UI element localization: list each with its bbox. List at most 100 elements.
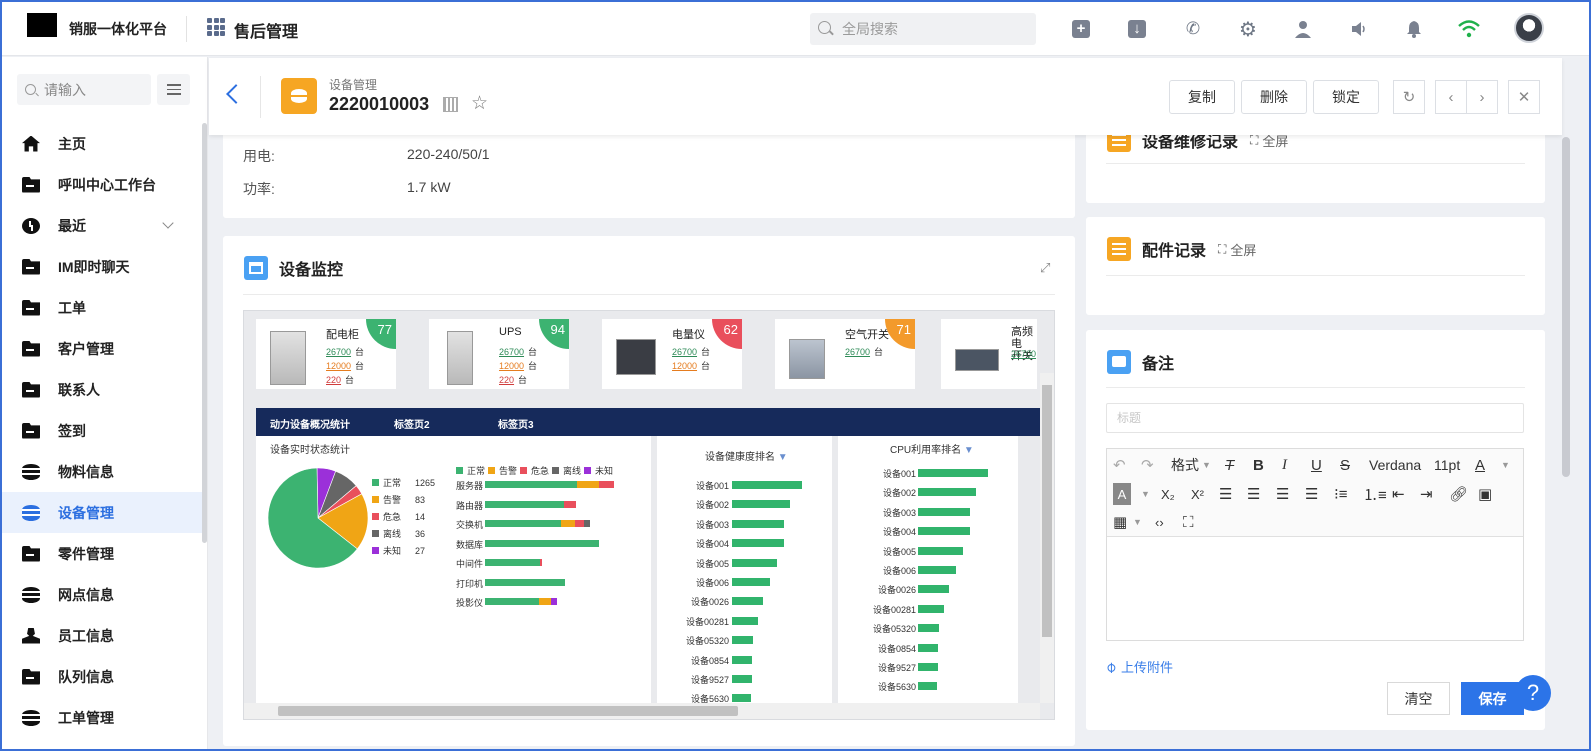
speaker-icon[interactable] (1348, 18, 1370, 40)
note-title-input[interactable] (1106, 403, 1524, 433)
text-color-icon[interactable]: A (1475, 454, 1485, 476)
sidebar-item-recent[interactable]: 最近 (2, 205, 202, 246)
qr-code-icon[interactable] (443, 97, 458, 112)
font-size-dropdown[interactable]: 11pt (1434, 454, 1460, 476)
upload-attachment-link[interactable]: ⌀ 上传附件 (1102, 657, 1173, 676)
prev-icon[interactable]: ‹ (1435, 80, 1467, 114)
chevron-down-icon[interactable]: ▼ (1133, 511, 1142, 533)
back-arrow-icon[interactable] (226, 84, 246, 104)
close-icon[interactable]: ✕ (1508, 80, 1540, 114)
italic-icon[interactable]: I (1282, 454, 1287, 476)
device-card[interactable]: 电量仪 26700 台 12000 台 62 (602, 319, 742, 389)
card-title-text: 设备监控 (279, 262, 344, 279)
scrollbar-thumb[interactable] (278, 706, 738, 716)
subscript-icon[interactable]: X₂ (1161, 483, 1175, 505)
sidebar-item-call-center[interactable]: 呼叫中心工作台 (2, 164, 202, 205)
monitor-title: 设备监控 (244, 256, 343, 280)
font-family-dropdown[interactable]: Verdana (1369, 454, 1421, 476)
clear-format-icon[interactable]: T (1225, 454, 1234, 476)
scrollbar-thumb[interactable] (1042, 385, 1052, 637)
wifi-icon[interactable] (1458, 18, 1480, 40)
next-icon[interactable]: › (1466, 80, 1498, 114)
sidebar-item-checkin[interactable]: 签到 (2, 410, 202, 451)
format-dropdown[interactable]: 格式 ▼ (1171, 454, 1211, 476)
avatar[interactable] (1514, 13, 1544, 43)
align-right-icon[interactable]: ☰ (1276, 483, 1289, 505)
sidebar-item-queues[interactable]: 队列信息 (2, 656, 202, 697)
align-left-icon[interactable]: ☰ (1219, 483, 1232, 505)
legend-item: 未知 27 (372, 544, 425, 557)
undo-icon[interactable]: ↶ (1113, 454, 1126, 476)
star-icon[interactable]: ☆ (471, 92, 488, 115)
clear-button[interactable]: 清空 (1387, 682, 1450, 715)
sidebar-item-devices[interactable]: 设备管理 (2, 492, 202, 533)
download-icon[interactable]: ↓ (1126, 18, 1148, 40)
add-icon[interactable]: + (1070, 18, 1092, 40)
sidebar-scrollbar[interactable] (202, 123, 207, 543)
strikethrough-icon[interactable]: S (1340, 454, 1350, 476)
refresh-icon[interactable]: ↻ (1393, 80, 1425, 114)
device-card[interactable]: UPS 26700 台 12000 台 220 台 94 (429, 319, 569, 389)
bullet-list-icon[interactable]: ⁝≡ (1334, 483, 1348, 505)
phone-icon[interactable]: ✆ (1182, 18, 1204, 40)
tab-3[interactable]: 标签页3 (498, 416, 534, 431)
sidebar-item-outlets[interactable]: 网点信息 (2, 574, 202, 615)
device-name: 空气开关 (845, 329, 889, 341)
bell-icon[interactable] (1403, 18, 1425, 40)
editor-body[interactable] (1107, 538, 1523, 640)
superscript-icon[interactable]: X² (1191, 483, 1204, 505)
dropdown-icon[interactable]: ▼ (964, 445, 974, 456)
bar-category-label: 设备0854 (877, 643, 916, 654)
chevron-down-icon[interactable]: ▼ (1501, 454, 1510, 476)
bold-icon[interactable]: B (1253, 454, 1264, 476)
lock-button[interactable]: 锁定 (1313, 80, 1379, 114)
gear-icon[interactable]: ⚙ (1237, 18, 1259, 41)
chevron-down-icon[interactable] (162, 217, 174, 229)
chevron-down-icon[interactable]: ▼ (1141, 483, 1150, 505)
global-search-input[interactable] (810, 13, 1036, 45)
sidebar-item-employees[interactable]: 员工信息 (2, 615, 202, 656)
redo-icon[interactable]: ↷ (1141, 454, 1154, 476)
table-icon[interactable]: ▦ (1113, 511, 1127, 533)
device-image (955, 349, 999, 371)
dropdown-icon[interactable]: ▼ (778, 452, 788, 463)
fullscreen-link[interactable]: ⛶ 全屏 (1218, 240, 1256, 259)
device-card[interactable]: 高频电 开关 26700 (941, 319, 1037, 389)
fullscreen-icon[interactable]: ⛶ (1183, 511, 1194, 533)
sidebar-item-im-chat[interactable]: IM即时聊天 (2, 246, 202, 287)
bar-category-label: 设备9527 (877, 663, 916, 673)
image-icon[interactable]: ▣ (1478, 483, 1492, 505)
sidebar-item-customers[interactable]: 客户管理 (2, 328, 202, 369)
sidebar-item-ticket[interactable]: 工单 (2, 287, 202, 328)
sidebar-item-parts[interactable]: 零件管理 (2, 533, 202, 574)
device-card[interactable]: 空气开关 26700 台 71 (775, 319, 915, 389)
outdent-icon[interactable]: ⇤ (1392, 483, 1405, 505)
collapse-menu-button[interactable] (157, 74, 190, 105)
copy-button[interactable]: 复制 (1169, 80, 1235, 114)
app-grid-icon[interactable] (207, 18, 225, 36)
stat-unit: 台 (701, 361, 711, 371)
delete-button[interactable]: 删除 (1241, 80, 1307, 114)
help-button[interactable]: ? (1515, 675, 1551, 711)
indent-icon[interactable]: ⇥ (1420, 483, 1433, 505)
sidebar-item-home[interactable]: 主页 (2, 123, 202, 164)
tab-2[interactable]: 标签页2 (394, 416, 430, 431)
tab-overview[interactable]: 动力设备概况统计 (270, 416, 350, 431)
device-image (447, 331, 473, 385)
align-center-icon[interactable]: ☰ (1247, 483, 1260, 505)
user-icon[interactable] (1292, 18, 1314, 40)
numbered-list-icon[interactable]: ⒈≡ (1363, 483, 1387, 505)
highlight-color-icon[interactable]: A (1113, 483, 1131, 505)
code-icon[interactable]: ‹› (1155, 511, 1164, 533)
device-card[interactable]: 配电柜 26700 台 12000 台 220 台 77 (256, 319, 396, 389)
justify-icon[interactable]: ☰ (1305, 483, 1318, 505)
underline-icon[interactable]: U (1311, 454, 1322, 476)
sidebar-item-contacts[interactable]: 联系人 (2, 369, 202, 410)
expand-icon[interactable]: ⤢ (1040, 260, 1050, 276)
save-button[interactable]: 保存 (1461, 682, 1524, 715)
sidebar-item-materials[interactable]: 物料信息 (2, 451, 202, 492)
sidebar-item-ticket-mgmt[interactable]: 工单管理 (2, 697, 202, 738)
page-scrollbar[interactable] (1562, 137, 1570, 477)
sidebar-search-input[interactable] (17, 74, 151, 105)
link-icon[interactable]: 🔗︎ (1449, 483, 1468, 505)
